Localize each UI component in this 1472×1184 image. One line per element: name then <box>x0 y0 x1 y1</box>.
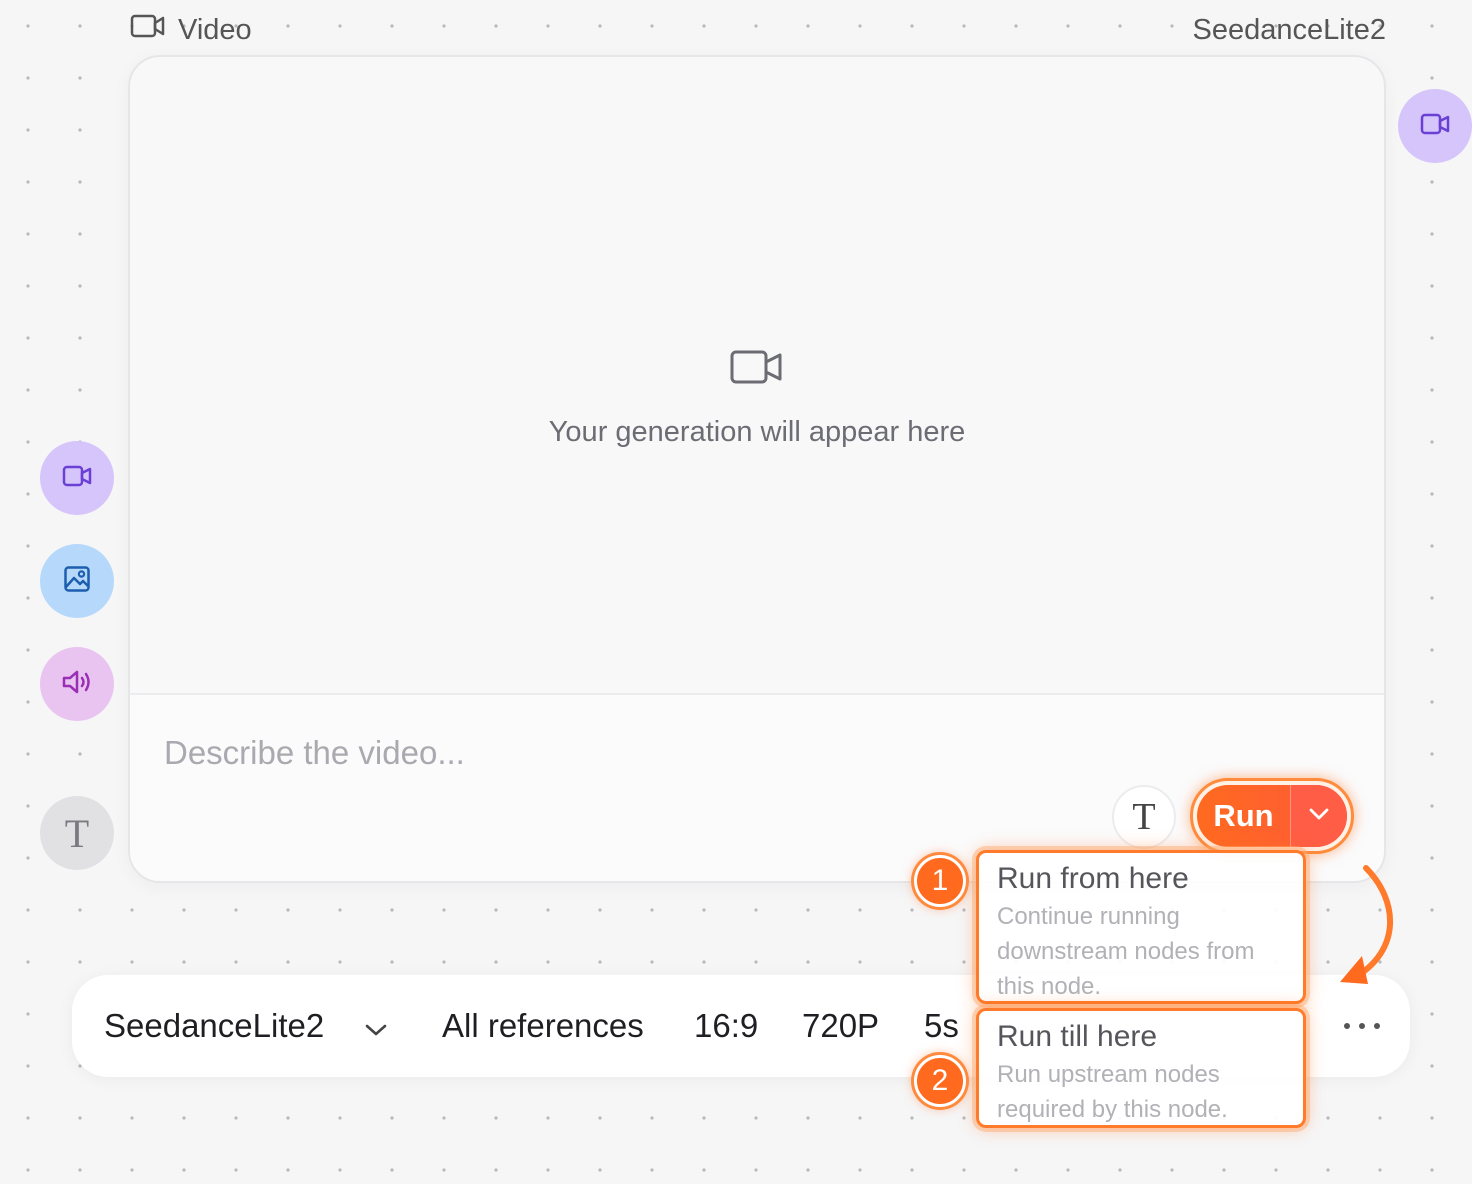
node-type-label: Video <box>130 13 252 47</box>
video-input-connector[interactable] <box>40 441 114 515</box>
video-node-card: Your generation will appear here T <box>128 55 1386 883</box>
dot <box>1374 1023 1380 1029</box>
video-output-connector[interactable] <box>1398 89 1472 163</box>
menu-option-run-till-here[interactable]: Run till here Run upstream nodes require… <box>976 1008 1306 1128</box>
generation-preview: Your generation will appear here <box>130 57 1384 693</box>
option-description: Continue running downstream nodes from t… <box>997 903 1255 1000</box>
image-input-connector[interactable] <box>40 544 114 618</box>
text-T-icon: T <box>64 810 90 856</box>
model-select-value: SeedanceLite2 <box>104 1007 325 1044</box>
resolution-select[interactable]: 720P <box>802 975 879 1077</box>
prompt-input[interactable] <box>164 729 1064 777</box>
references-select[interactable]: All references <box>442 975 644 1077</box>
preview-placeholder-text: Your generation will appear here <box>548 416 966 448</box>
aspect-ratio-select[interactable]: 16:9 <box>694 975 758 1077</box>
video-camera-icon <box>730 349 784 390</box>
node-type-text: Video <box>178 13 252 46</box>
speaker-icon <box>61 668 93 701</box>
image-icon <box>63 565 91 598</box>
more-options-button[interactable] <box>1344 1011 1380 1041</box>
dot <box>1359 1023 1365 1029</box>
text-T-icon: T <box>1132 796 1156 838</box>
step-badge-1: 1 <box>914 855 966 907</box>
menu-option-run-from-here[interactable]: Run from here Continue running downstrea… <box>976 850 1306 1004</box>
option-title: Run till here <box>997 1020 1158 1053</box>
video-camera-icon <box>62 465 92 492</box>
run-button[interactable]: Run <box>1197 785 1290 847</box>
dot <box>1344 1023 1350 1029</box>
run-options-dropdown[interactable] <box>1291 785 1347 847</box>
option-description: Run upstream nodes required by this node… <box>997 1061 1228 1123</box>
node-model-label: SeedanceLite2 <box>1192 13 1387 46</box>
model-select[interactable]: SeedanceLite2 <box>104 975 388 1077</box>
text-format-button[interactable]: T <box>1112 785 1176 849</box>
video-camera-icon <box>1420 113 1450 140</box>
text-input-connector[interactable]: T <box>40 796 114 870</box>
step-badge-2: 2 <box>914 1055 966 1107</box>
audio-input-connector[interactable] <box>40 647 114 721</box>
chevron-down-icon <box>1308 807 1330 826</box>
video-camera-icon <box>130 13 166 47</box>
run-split-button: Run <box>1190 778 1354 854</box>
node-header: Video SeedanceLite2 <box>130 10 1386 50</box>
option-title: Run from here <box>997 862 1189 895</box>
callout-arrow-icon <box>1340 865 1394 984</box>
chevron-down-icon <box>364 1007 388 1045</box>
